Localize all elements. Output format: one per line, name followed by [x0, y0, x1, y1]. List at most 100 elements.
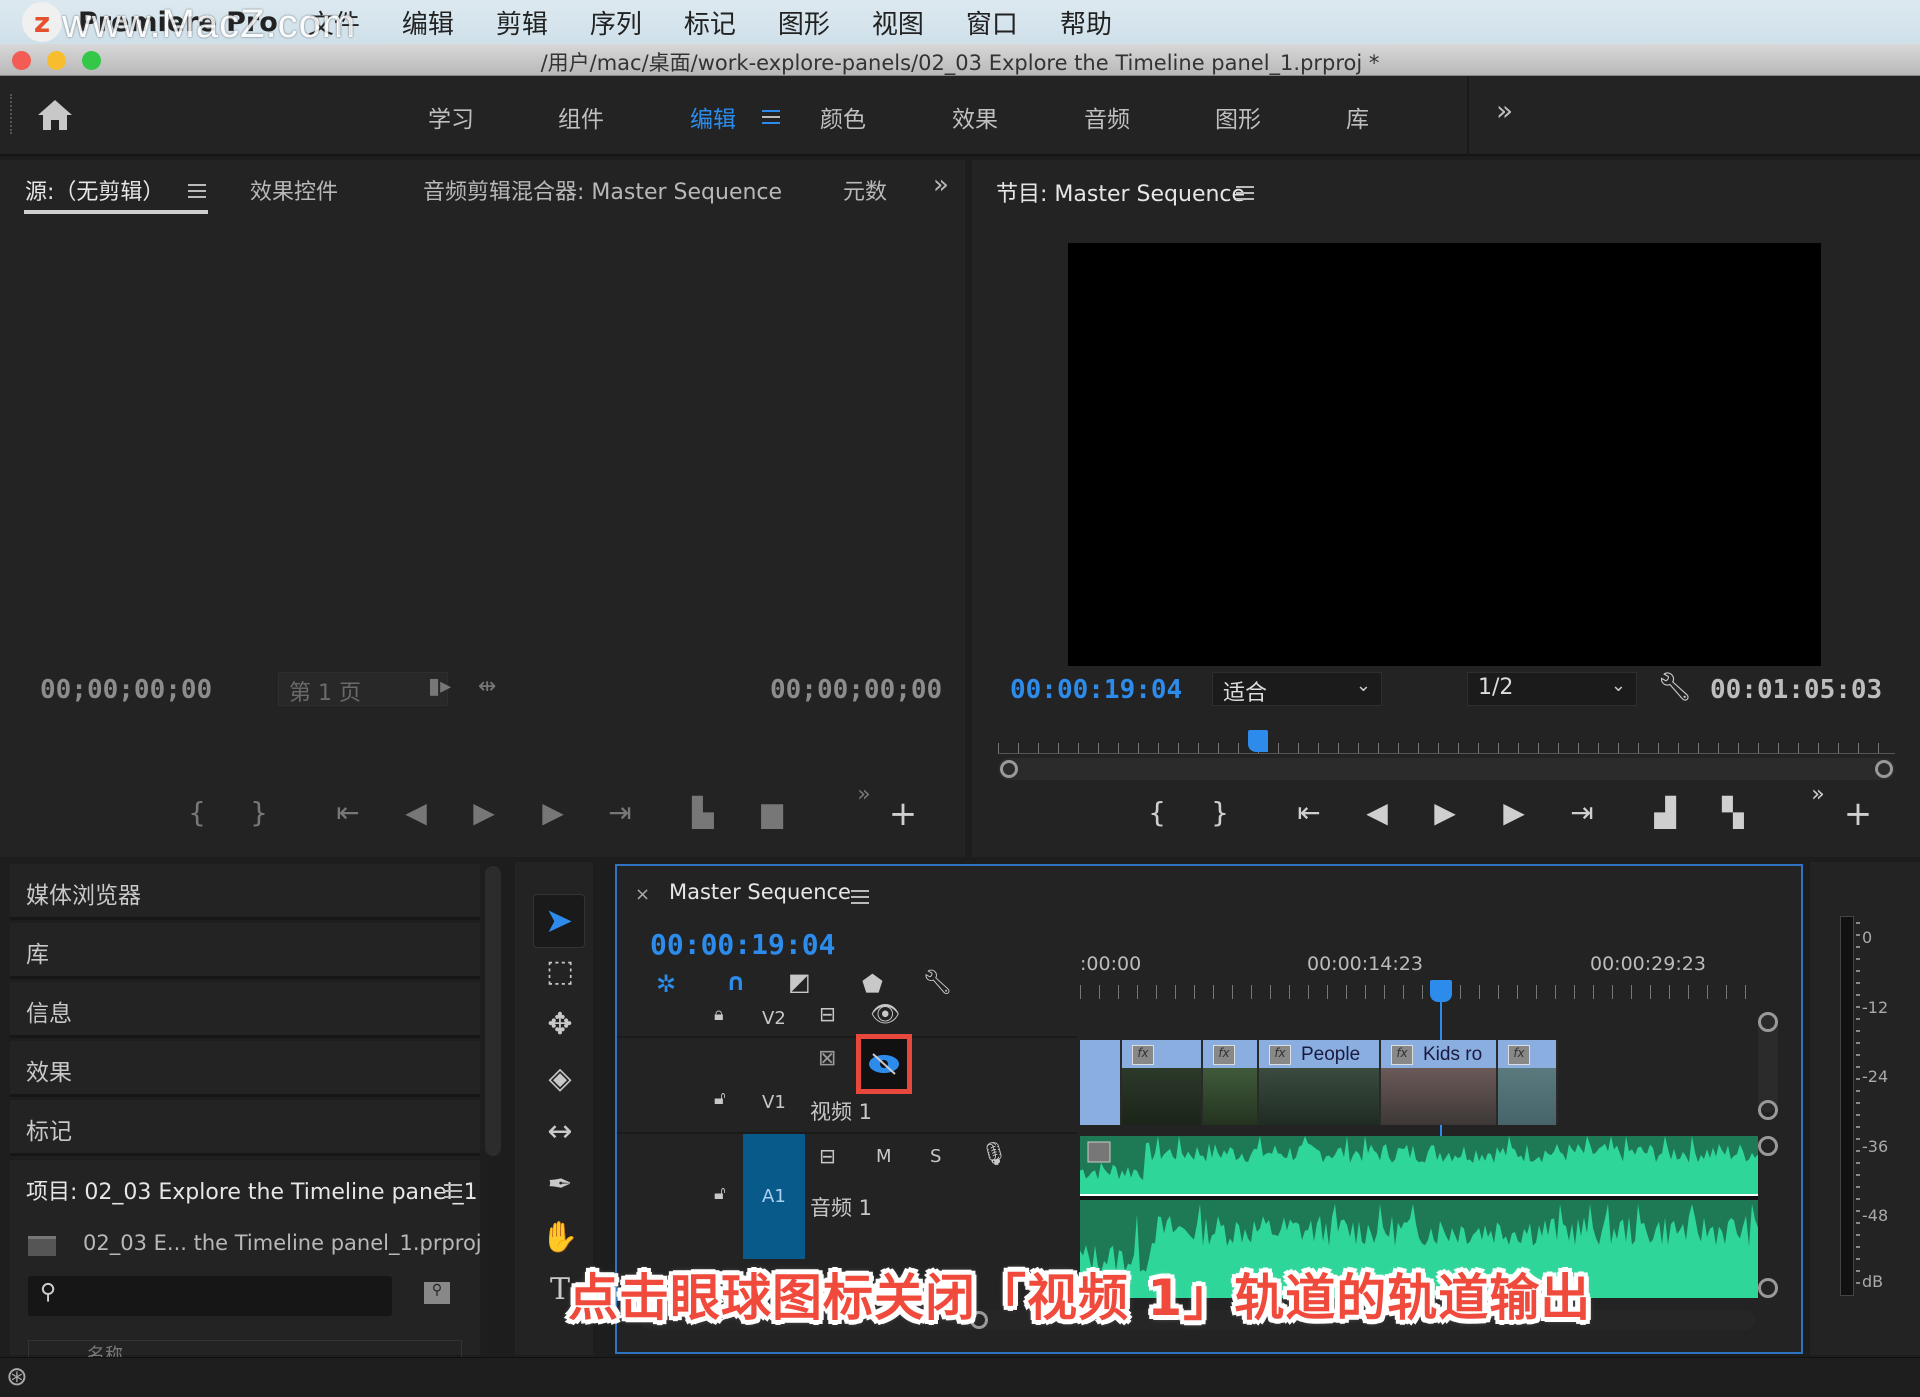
program-time-ruler[interactable] — [998, 732, 1895, 754]
button-editor-add[interactable]: + — [883, 794, 923, 834]
sequence-tab[interactable]: Master Sequence — [669, 880, 851, 904]
step-forward-button[interactable]: ▶ — [1494, 796, 1534, 829]
menu-markers[interactable]: 标记 — [684, 4, 736, 41]
panel-media-browser[interactable]: 媒体浏览器 — [10, 864, 480, 920]
snap-magnet-icon[interactable]: ∩ — [726, 968, 746, 996]
program-monitor-video[interactable] — [1068, 243, 1821, 666]
workspace-effects[interactable]: 效果 — [952, 100, 998, 134]
film-icon[interactable]: ▮▸ — [428, 674, 451, 699]
play-button[interactable]: ▶ — [1425, 796, 1465, 829]
timeline-timecode[interactable]: 00:00:19:04 — [650, 928, 835, 961]
extract-button[interactable]: ▚ — [1713, 796, 1753, 829]
lock-icon[interactable]: 🔒︎ — [714, 1004, 724, 1025]
razor-tool[interactable]: ◈ — [535, 1057, 585, 1101]
wrench-icon[interactable]: 🔧︎ — [1657, 670, 1693, 703]
folder-up-icon[interactable] — [28, 1236, 56, 1256]
menu-view[interactable]: 视图 — [872, 4, 924, 41]
step-forward-button[interactable]: ▶ — [533, 796, 573, 829]
workspace-learning[interactable]: 学习 — [428, 100, 474, 134]
nest-icon[interactable]: ✲ — [656, 970, 676, 998]
scroll-handle-left[interactable] — [1000, 760, 1018, 778]
ripple-edit-tool[interactable]: ✥ — [535, 1003, 585, 1047]
track-label-a1[interactable]: A1 — [762, 1186, 786, 1207]
panel-menu-icon[interactable] — [851, 890, 869, 904]
video-clip[interactable]: fx — [1122, 1040, 1203, 1125]
scroll-handle[interactable] — [1758, 1012, 1778, 1032]
selection-tool[interactable]: ➤ — [533, 894, 585, 948]
tab-audio-clip-mixer[interactable]: 音频剪辑混合器: Master Sequence — [423, 174, 782, 206]
close-sequence-icon[interactable]: × — [635, 884, 650, 905]
slip-tool[interactable]: ↔ — [535, 1110, 585, 1154]
go-to-out-button[interactable]: ⇥ — [1562, 796, 1602, 829]
project-panel-title[interactable]: 项目: 02_03 Explore the Timeline panel_1 — [26, 1174, 478, 1206]
sync-lock-icon[interactable]: ⊟ — [819, 1002, 836, 1026]
add-marker-icon[interactable]: ⬟ — [862, 970, 883, 998]
video-clip[interactable]: fx Kids ro — [1381, 1040, 1498, 1125]
panel-markers[interactable]: 标记 — [10, 1100, 480, 1156]
workspace-color[interactable]: 颜色 — [820, 100, 866, 134]
linked-selection-icon[interactable]: ◩ — [788, 968, 811, 996]
source-in-timecode[interactable]: 00;00;00;00 — [40, 675, 212, 705]
workspace-graphics[interactable]: 图形 — [1215, 100, 1261, 134]
video-clip[interactable]: fx — [1498, 1040, 1558, 1125]
workspace-editing[interactable]: 编辑 — [690, 100, 736, 134]
tab-effect-controls[interactable]: 效果控件 — [250, 174, 338, 206]
audio-waveform-icon[interactable]: ⇹ — [478, 674, 496, 699]
page-select[interactable]: 第 1 页 — [278, 672, 448, 706]
go-to-in-button[interactable]: ⇤ — [1289, 796, 1329, 829]
find-folder-icon[interactable]: ⚲ — [424, 1282, 450, 1304]
tab-metadata[interactable]: 元数 — [843, 174, 887, 206]
stack-scrollbar[interactable] — [485, 866, 501, 1156]
project-search-input[interactable]: ⚲ — [28, 1276, 392, 1316]
video-clip[interactable]: fx — [1203, 1040, 1259, 1125]
lift-button[interactable]: ▟ — [1645, 796, 1685, 829]
step-back-button[interactable]: ◀ — [1357, 796, 1397, 829]
overwrite-button[interactable]: ▆ — [752, 796, 792, 829]
resolution-select[interactable]: 1/2 ⌄ — [1467, 672, 1637, 706]
sync-lock-off-icon[interactable]: ⊠ — [818, 1046, 836, 1071]
menu-edit[interactable]: 编辑 — [402, 4, 454, 41]
scroll-handle[interactable] — [1758, 1278, 1778, 1298]
scroll-handle-right[interactable] — [1875, 760, 1893, 778]
pen-tool[interactable]: ✒ — [535, 1163, 585, 1207]
panel-libraries[interactable]: 库 — [10, 923, 480, 979]
mark-in-button[interactable]: { — [1137, 796, 1177, 829]
menu-sequence[interactable]: 序列 — [590, 4, 642, 41]
workspace-assembly[interactable]: 组件 — [558, 100, 604, 134]
panel-menu-icon[interactable] — [1236, 186, 1254, 200]
unlock-icon[interactable]: 🔓︎ — [714, 1183, 726, 1204]
mark-in-button[interactable]: { — [177, 796, 217, 829]
panel-info[interactable]: 信息 — [10, 982, 480, 1038]
playhead-timecode[interactable]: 00:00:19:04 — [1010, 675, 1182, 705]
workspace-menu-icon[interactable] — [762, 110, 780, 124]
track-label-v2[interactable]: V2 — [762, 1008, 786, 1029]
menu-window[interactable]: 窗口 — [966, 4, 1018, 41]
video-clip[interactable] — [1080, 1040, 1122, 1125]
fit-select[interactable]: 适合 ⌄ — [1212, 672, 1382, 706]
mute-button[interactable]: M — [876, 1146, 892, 1167]
scroll-handle[interactable] — [1758, 1136, 1778, 1156]
timeline-settings-wrench-icon[interactable]: 🔧︎ — [922, 968, 952, 996]
timeline-ruler[interactable] — [1080, 985, 1760, 999]
mark-out-button[interactable]: } — [239, 796, 279, 829]
mark-out-button[interactable]: } — [1200, 796, 1240, 829]
track-label-v1[interactable]: V1 — [762, 1092, 786, 1113]
workspace-audio[interactable]: 音频 — [1084, 100, 1130, 134]
eye-icon[interactable]: 👁︎ — [870, 1000, 900, 1028]
sync-lock-icon[interactable]: ⊟ — [819, 1144, 836, 1168]
hand-tool[interactable]: ✋ — [535, 1216, 585, 1260]
toggle-track-output-v1-button[interactable] — [856, 1034, 912, 1094]
step-back-button[interactable]: ◀ — [396, 796, 436, 829]
panel-menu-icon[interactable] — [188, 184, 206, 198]
zoom-scrollbar[interactable] — [998, 758, 1895, 780]
more-workspaces-button[interactable]: » — [1496, 94, 1513, 127]
creative-cloud-icon[interactable]: ⊛ — [6, 1362, 28, 1392]
panel-effects[interactable]: 效果 — [10, 1041, 480, 1097]
voiceover-mic-icon[interactable]: 🎙︎ — [980, 1142, 1008, 1167]
menu-clip[interactable]: 剪辑 — [496, 4, 548, 41]
home-icon[interactable] — [36, 98, 74, 132]
program-playhead[interactable] — [1248, 730, 1269, 752]
scroll-handle[interactable] — [1758, 1100, 1778, 1120]
more-tabs-button[interactable]: » — [933, 170, 949, 200]
more-controls-button[interactable]: » — [1798, 782, 1838, 807]
